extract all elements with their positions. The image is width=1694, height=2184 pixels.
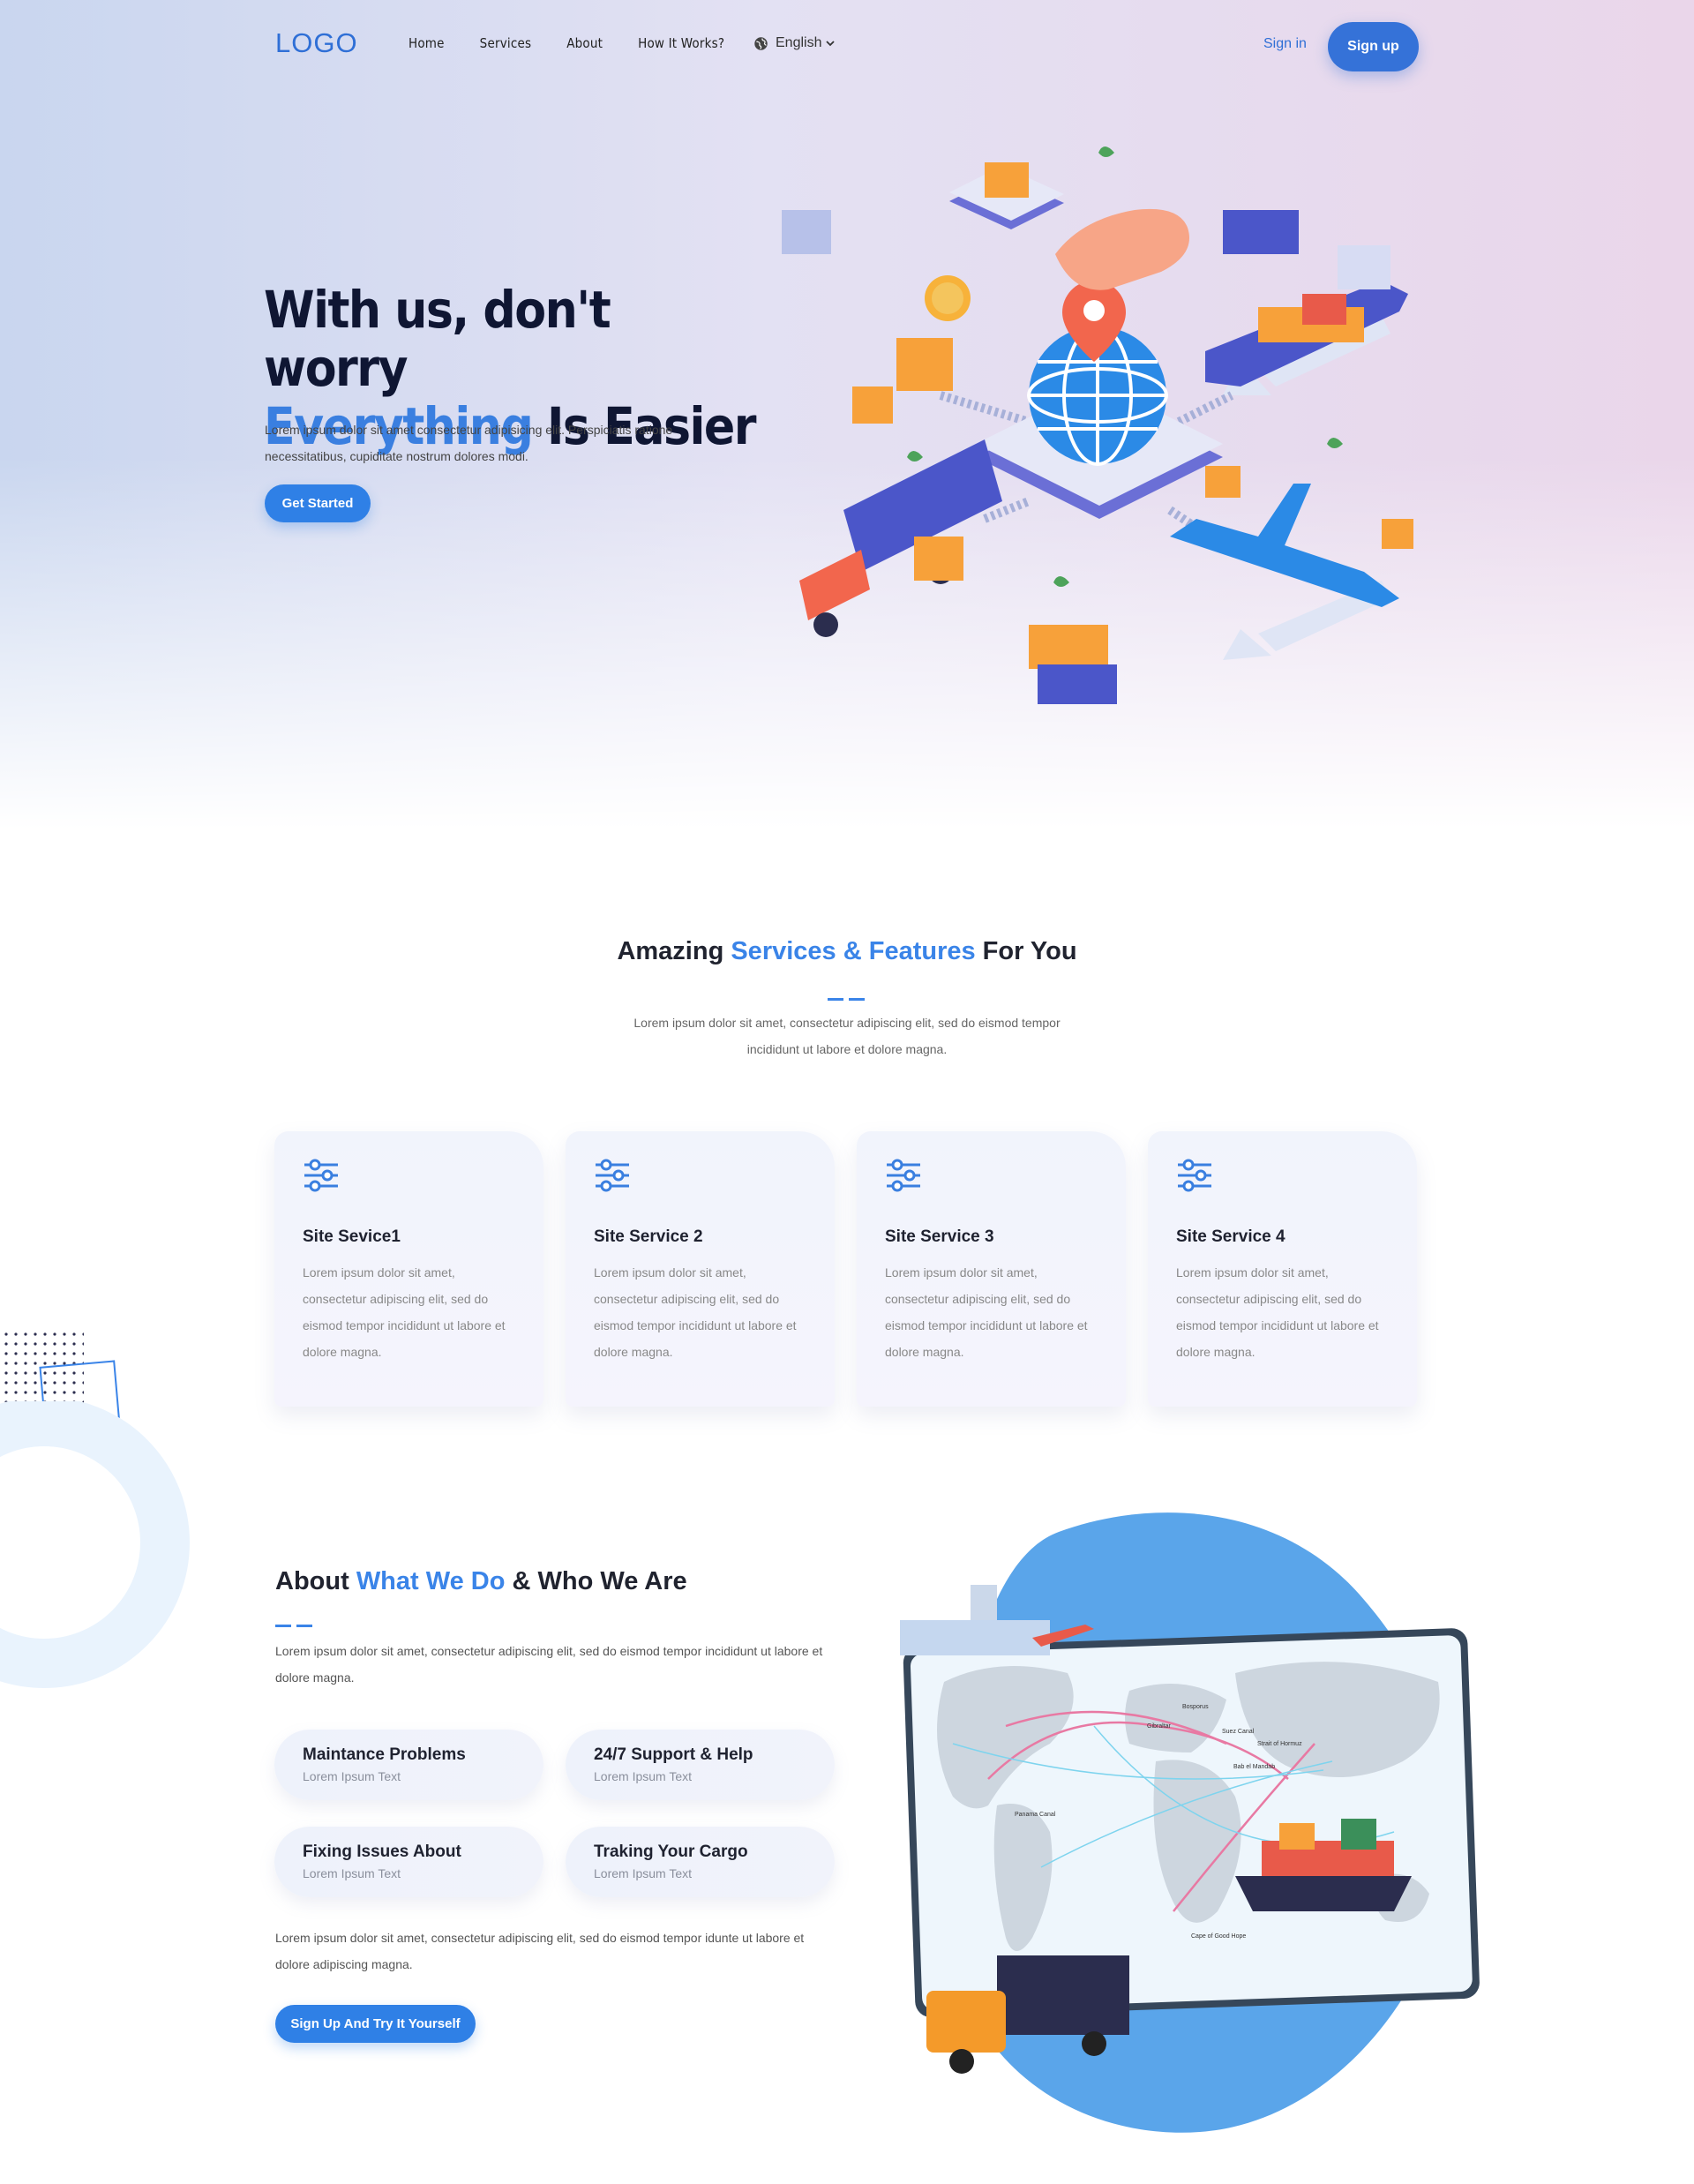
logo[interactable]: LOGO (275, 27, 358, 59)
about-description: Lorem ipsum dolor sit amet, consectetur … (275, 1644, 823, 1685)
sliders-icon (1178, 1159, 1211, 1192)
service-card-text: Lorem ipsum dolor sit amet, consectetur … (1176, 1265, 1379, 1359)
chevron-down-icon (826, 41, 836, 47)
feature-subtitle: Lorem Ipsum Text (594, 1769, 693, 1783)
feature-title: Traking Your Cargo (594, 1843, 748, 1861)
map-label-bab-el-mandab: Bab el Mandab (1233, 1764, 1275, 1770)
feature-title: 24/7 Support & Help (594, 1745, 753, 1764)
service-card[interactable]: Site Service 4 Lorem ipsum dolor sit ame… (1148, 1131, 1417, 1407)
service-card[interactable]: Site Service 3 Lorem ipsum dolor sit ame… (857, 1131, 1126, 1407)
language-selector[interactable]: English (753, 35, 836, 51)
sliders-icon (887, 1159, 920, 1192)
nav-how-it-works[interactable]: How It Works? (638, 35, 724, 51)
feature-title: Fixing Issues About (303, 1843, 461, 1861)
nav-home[interactable]: Home (409, 35, 445, 51)
map-label-gibraltar: Gibraltar (1147, 1723, 1172, 1730)
map-label-cape: Cape of Good Hope (1191, 1933, 1246, 1940)
service-card-title: Site Service 2 (594, 1227, 703, 1246)
services-title-accent: Services & Features (731, 937, 976, 965)
feature-subtitle: Lorem Ipsum Text (594, 1866, 693, 1880)
map-label-suez: Suez Canal (1222, 1729, 1255, 1735)
sliders-icon (304, 1159, 338, 1192)
title-underline (828, 989, 870, 1001)
feature-pill[interactable]: 24/7 Support & Help Lorem Ipsum Text (566, 1730, 835, 1800)
services-title-post: For You (975, 937, 1077, 965)
service-card-text: Lorem ipsum dolor sit amet, consectetur … (885, 1265, 1088, 1359)
get-started-button[interactable]: Get Started (265, 484, 371, 522)
about-title: About What We Do & Who We Are (275, 1567, 687, 1596)
map-label-panama: Panama Canal (1015, 1812, 1056, 1818)
nav-about[interactable]: About (566, 35, 603, 51)
service-card-title: Site Service 3 (885, 1227, 994, 1246)
feature-pill[interactable]: Maintance Problems Lorem Ipsum Text (274, 1730, 543, 1800)
ring-decoration (0, 1401, 190, 1688)
map-label-bosporus: Bosporus (1182, 1704, 1209, 1710)
service-card[interactable]: Site Sevice1 Lorem ipsum dolor sit amet,… (274, 1131, 543, 1407)
sign-up-try-button[interactable]: Sign Up And Try It Yourself (275, 2005, 476, 2043)
service-card[interactable]: Site Service 2 Lorem ipsum dolor sit ame… (566, 1131, 835, 1407)
about-title-post: & Who We Are (505, 1567, 687, 1595)
service-card-title: Site Service 4 (1176, 1227, 1285, 1246)
services-title-pre: Amazing (617, 937, 731, 965)
services-title: Amazing Services & Features For You (0, 937, 1694, 966)
map-label-hormuz: Strait of Hormuz (1257, 1741, 1302, 1747)
sliders-icon (596, 1159, 629, 1192)
hero-title-line1: With us, don't worry (264, 280, 611, 398)
service-card-text: Lorem ipsum dolor sit amet, consectetur … (303, 1265, 506, 1359)
about-description-secondary: Lorem ipsum dolor sit amet, consectetur … (275, 1931, 805, 1971)
feature-subtitle: Lorem Ipsum Text (303, 1769, 401, 1783)
sign-in-link[interactable]: Sign in (1263, 36, 1307, 52)
title-underline (275, 1616, 318, 1627)
feature-pill[interactable]: Fixing Issues About Lorem Ipsum Text (274, 1827, 543, 1897)
feature-list: Maintance Problems Lorem Ipsum Text 24/7… (274, 1730, 835, 1897)
service-cards: Site Sevice1 Lorem ipsum dolor sit amet,… (274, 1131, 1439, 1407)
services-description: Lorem ipsum dolor sit amet, consectetur … (633, 1016, 1061, 1056)
about-title-accent: What We Do (356, 1567, 506, 1595)
service-card-title: Site Sevice1 (303, 1227, 401, 1246)
language-label: English (776, 35, 822, 50)
logistics-illustration (782, 146, 1413, 704)
top-navigation: LOGO Home Services About How It Works? E… (0, 0, 1694, 92)
main-menu: Home Services About How It Works? (409, 35, 760, 51)
sign-up-button[interactable]: Sign up (1328, 22, 1419, 71)
feature-pill[interactable]: Traking Your Cargo Lorem Ipsum Text (566, 1827, 835, 1897)
world-map-illustration: Bosporus Gibraltar Suez Canal Strait of … (900, 1512, 1480, 2133)
nav-services[interactable]: Services (480, 35, 532, 51)
hero-description: Lorem ipsum dolor sit amet consectetur a… (265, 423, 673, 463)
about-title-pre: About (275, 1567, 356, 1595)
globe-icon (754, 36, 768, 50)
service-card-text: Lorem ipsum dolor sit amet, consectetur … (594, 1265, 797, 1359)
feature-subtitle: Lorem Ipsum Text (303, 1866, 401, 1880)
feature-title: Maintance Problems (303, 1745, 466, 1764)
